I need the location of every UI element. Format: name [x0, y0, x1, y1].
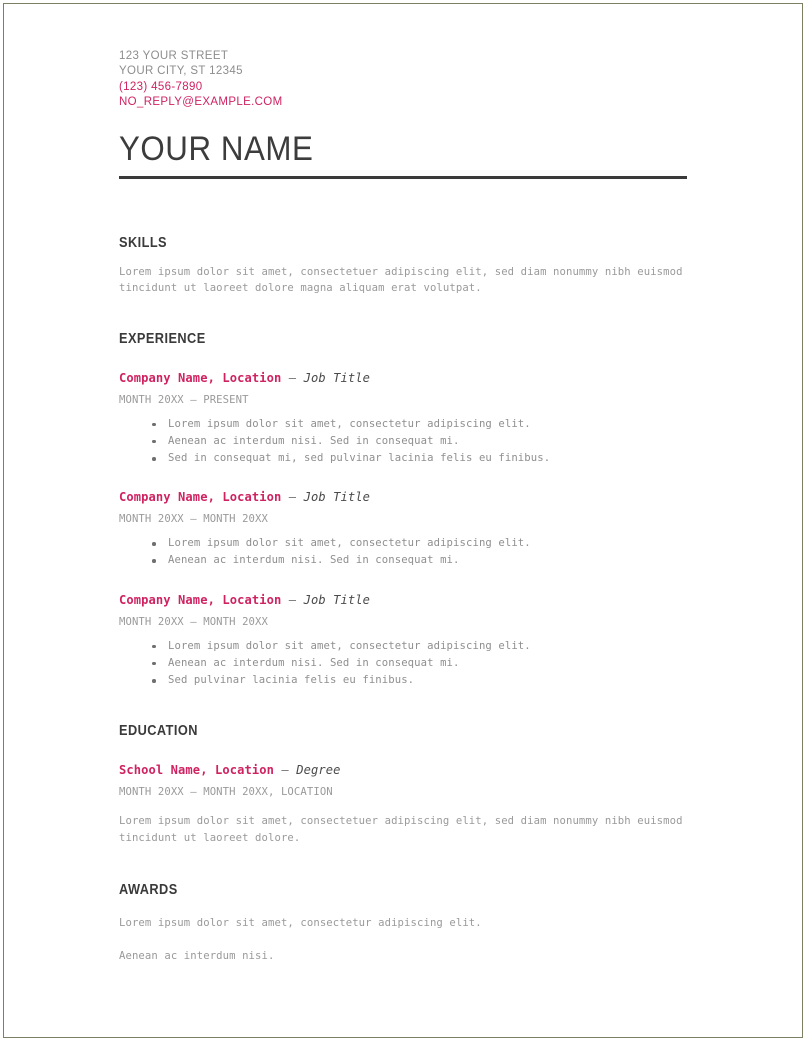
- contact-city-state-zip: YOUR CITY, ST 12345: [119, 65, 243, 78]
- education-dates: MONTH 20XX – MONTH 20XX, LOCATION: [119, 786, 333, 799]
- heading-dash: —: [281, 763, 289, 778]
- contact-block: 123 YOUR STREET YOUR CITY, ST 12345 (123…: [119, 0, 689, 111]
- contact-email[interactable]: NO_REPLY@EXAMPLE.COM: [119, 95, 689, 110]
- list-item: Sed in consequat mi, sed pulvinar lacini…: [119, 450, 689, 467]
- section-skills: SKILLS Lorem ipsum dolor sit amet, conse…: [119, 235, 689, 297]
- school-name: School Name, Location: [119, 763, 275, 778]
- experience-entry-heading: Company Name, Location — Job Title: [119, 489, 689, 506]
- section-title-education: EDUCATION: [119, 723, 198, 740]
- employment-dates: MONTH 20XX – PRESENT: [119, 393, 249, 406]
- awards-line: Lorem ipsum dolor sit amet, consectetur …: [119, 917, 482, 930]
- awards-line: Aenean ac interdum nisi.: [119, 949, 275, 962]
- section-title-awards: AWARDS: [119, 882, 178, 899]
- section-awards: AWARDS Lorem ipsum dolor sit amet, conse…: [119, 882, 689, 964]
- page-title: YOUR NAME: [119, 129, 314, 168]
- job-title: Job Title: [303, 592, 370, 607]
- employment-dates: MONTH 20XX – MONTH 20XX: [119, 513, 268, 526]
- section-education: EDUCATION School Name, Location — Degree…: [119, 723, 689, 846]
- list-item: Sed pulvinar lacinia felis eu finibus.: [119, 672, 689, 689]
- list-item: Lorem ipsum dolor sit amet, consectetur …: [119, 416, 689, 433]
- list-item: Lorem ipsum dolor sit amet, consectetur …: [119, 638, 689, 655]
- list-item: Aenean ac interdum nisi. Sed in consequa…: [119, 433, 689, 450]
- heading-dash: —: [288, 592, 297, 607]
- degree: Degree: [296, 763, 341, 778]
- resume-page: 123 YOUR STREET YOUR CITY, ST 12345 (123…: [0, 0, 806, 1041]
- skills-body: Lorem ipsum dolor sit amet, consectetuer…: [119, 265, 683, 295]
- list-item: Aenean ac interdum nisi. Sed in consequa…: [119, 655, 689, 672]
- heading-dash: —: [288, 490, 297, 505]
- experience-entry-heading: Company Name, Location — Job Title: [119, 592, 689, 609]
- contact-street: 123 YOUR STREET: [119, 50, 229, 62]
- experience-bullet-list: Lorem ipsum dolor sit amet, consectetur …: [119, 416, 689, 468]
- experience-entry: Company Name, Location — Job Title MONTH…: [119, 370, 689, 468]
- experience-entry: Company Name, Location — Job Title MONTH…: [119, 489, 689, 569]
- list-item: Aenean ac interdum nisi. Sed in consequa…: [119, 552, 689, 569]
- section-title-experience: EXPERIENCE: [119, 330, 206, 347]
- employer-name: Company Name, Location: [119, 370, 282, 385]
- experience-bullet-list: Lorem ipsum dolor sit amet, consectetur …: [119, 535, 689, 569]
- job-title: Job Title: [303, 490, 370, 505]
- resume-content: 123 YOUR STREET YOUR CITY, ST 12345 (123…: [119, 0, 689, 964]
- education-entry-heading: School Name, Location — Degree: [119, 762, 689, 779]
- section-title-skills: SKILLS: [119, 234, 168, 251]
- job-title: Job Title: [303, 370, 370, 385]
- education-body: Lorem ipsum dolor sit amet, consectetuer…: [119, 815, 683, 844]
- education-entry: School Name, Location — Degree MONTH 20X…: [119, 762, 689, 846]
- employer-name: Company Name, Location: [119, 490, 282, 505]
- experience-bullet-list: Lorem ipsum dolor sit amet, consectetur …: [119, 638, 689, 690]
- employment-dates: MONTH 20XX – MONTH 20XX: [119, 615, 268, 628]
- experience-entry: Company Name, Location — Job Title MONTH…: [119, 592, 689, 690]
- employer-name: Company Name, Location: [119, 592, 282, 607]
- contact-phone[interactable]: (123) 456-7890: [119, 80, 689, 95]
- list-item: Lorem ipsum dolor sit amet, consectetur …: [119, 535, 689, 552]
- heading-dash: —: [288, 370, 297, 385]
- section-experience: EXPERIENCE Company Name, Location — Job …: [119, 331, 689, 690]
- experience-entry-heading: Company Name, Location — Job Title: [119, 370, 689, 387]
